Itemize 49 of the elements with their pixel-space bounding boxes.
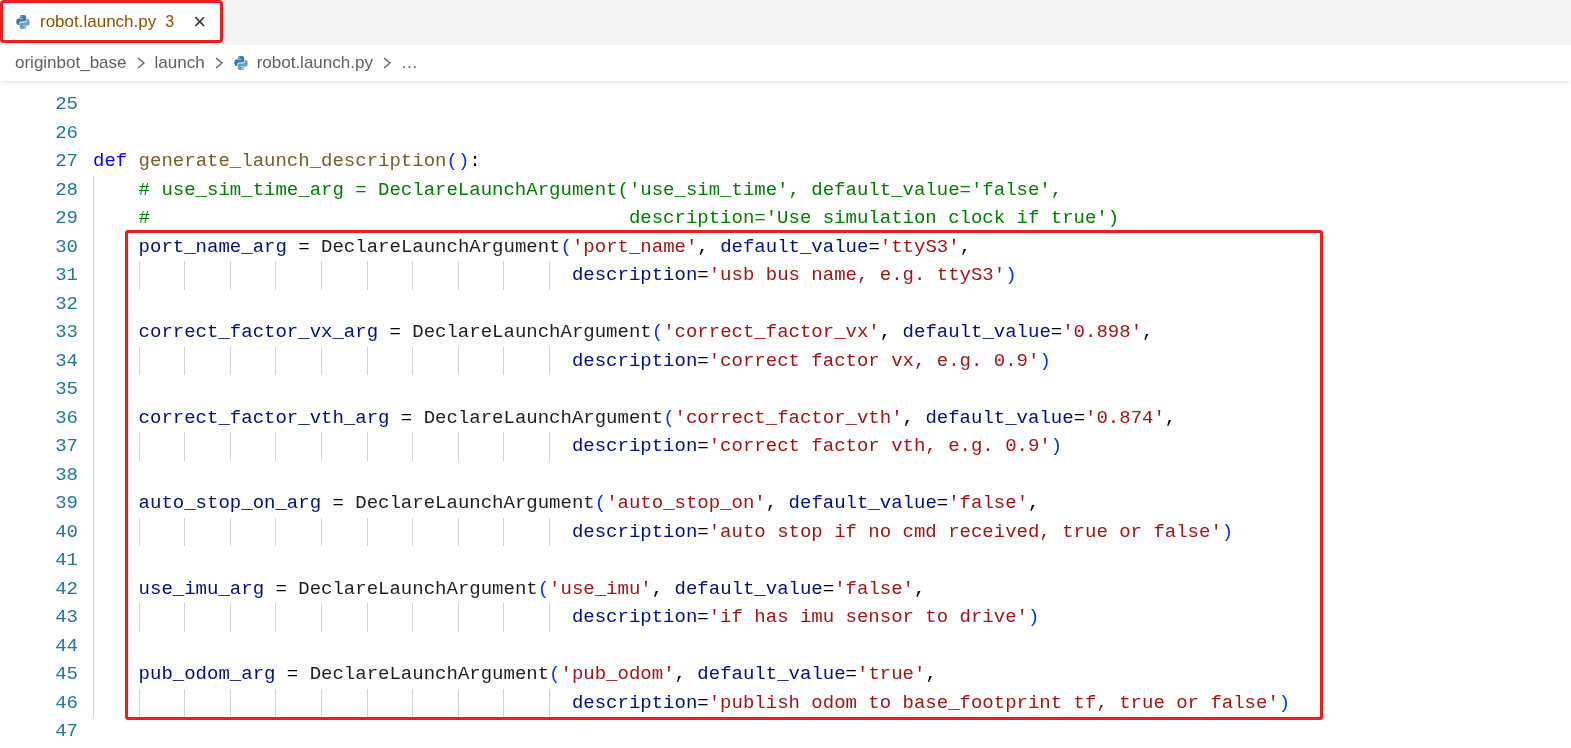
python-file-icon — [232, 55, 249, 71]
line-number: 29 — [54, 206, 78, 231]
breadcrumb-item[interactable]: originbot_base — [15, 53, 127, 73]
code-line: pub_odom_arg = DeclareLaunchArgument('pub_odom', default_value='true', — [137, 663, 937, 685]
line-number: 42 — [54, 576, 78, 602]
line-number: 25 — [54, 92, 78, 117]
code-line: description='usb bus name, e.g. ttyS3') — [570, 264, 1017, 286]
code-line: correct_factor_vx_arg = DeclareLaunchArgument('correct_factor_vx', default_value='0.898', — [137, 321, 1154, 343]
close-button[interactable]: × — [193, 10, 206, 33]
code-line: # description='Use simulation clock if true') — [137, 207, 1120, 229]
line-number: 32 — [54, 291, 78, 317]
line-number: 31 — [54, 263, 78, 288]
line-number: 43 — [54, 605, 78, 630]
code-line: use_imu_arg = DeclareLaunchArgument('use_imu', default_value='false', — [137, 577, 926, 600]
code-line: description='correct factor vx, e.g. 0.9') — [570, 349, 1051, 372]
breadcrumb-item[interactable]: … — [400, 53, 418, 73]
line-number: 44 — [54, 633, 78, 659]
line-number: 27 — [54, 149, 78, 174]
line-number: 40 — [54, 519, 78, 545]
line-number: 46 — [54, 690, 78, 716]
line-number: 47 — [54, 719, 78, 744]
line-number: 34 — [54, 348, 78, 374]
breadcrumb-file[interactable]: robot.launch.py — [232, 53, 373, 73]
line-number: 45 — [54, 662, 78, 687]
code-line: description='auto stop if no cmd received, true or false') — [570, 520, 1234, 543]
line-number: 36 — [54, 405, 78, 431]
line-number: 37 — [54, 434, 78, 459]
code-line: port_name_arg = DeclareLaunchArgument('port_name', default_value='ttyS3', — [137, 235, 972, 258]
breadcrumb-label: robot.launch.py — [256, 53, 373, 73]
python-file-icon — [15, 13, 31, 30]
problem-count: 3 — [165, 12, 175, 31]
code-line: description='correct factor vth, e.g. 0.9') — [570, 435, 1063, 457]
line-number: 39 — [54, 491, 78, 516]
line-number: 38 — [54, 462, 78, 488]
code-line: def generate_launch_description(): — [93, 150, 481, 172]
editor-tab[interactable]: robot.launch.py 3 × — [0, 0, 223, 43]
code-line: # use_sim_time_arg = DeclareLaunchArgument('use_sim_time', default_value='false', — [137, 178, 1063, 201]
line-number: 26 — [54, 120, 78, 146]
code-line: auto_stop_on_arg = DeclareLaunchArgument('auto_stop_on', default_value='false', — [137, 492, 1040, 514]
line-number: 30 — [54, 234, 78, 260]
line-number: 28 — [54, 177, 78, 203]
line-number: 41 — [54, 548, 78, 573]
code-line: correct_factor_vth_arg = DeclareLaunchArgument('correct_factor_vth', default_value='0.874', — [137, 406, 1177, 429]
line-number: 35 — [54, 377, 78, 402]
tab-title: robot.launch.py — [40, 11, 157, 32]
code-line: description='publish odom to base_footprint tf, true or false') — [570, 691, 1291, 714]
code-line: description='if has imu sensor to drive') — [570, 606, 1040, 628]
breadcrumb-item[interactable]: launch — [154, 53, 205, 73]
line-number: 33 — [54, 320, 78, 345]
